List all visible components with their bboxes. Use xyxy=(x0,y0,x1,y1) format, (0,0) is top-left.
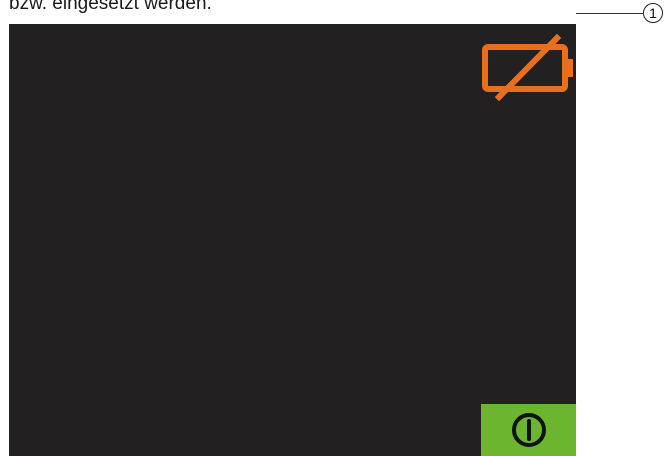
callout-line xyxy=(576,13,643,14)
battery-empty-icon xyxy=(482,33,573,102)
device-screen xyxy=(9,24,576,456)
callout-number: 1 xyxy=(643,3,663,23)
power-icon xyxy=(511,413,546,447)
manual-page: bzw. eingesetzt werden. 1 xyxy=(0,0,668,456)
power-button[interactable] xyxy=(481,404,576,456)
intro-text: bzw. eingesetzt werden. xyxy=(9,0,212,14)
